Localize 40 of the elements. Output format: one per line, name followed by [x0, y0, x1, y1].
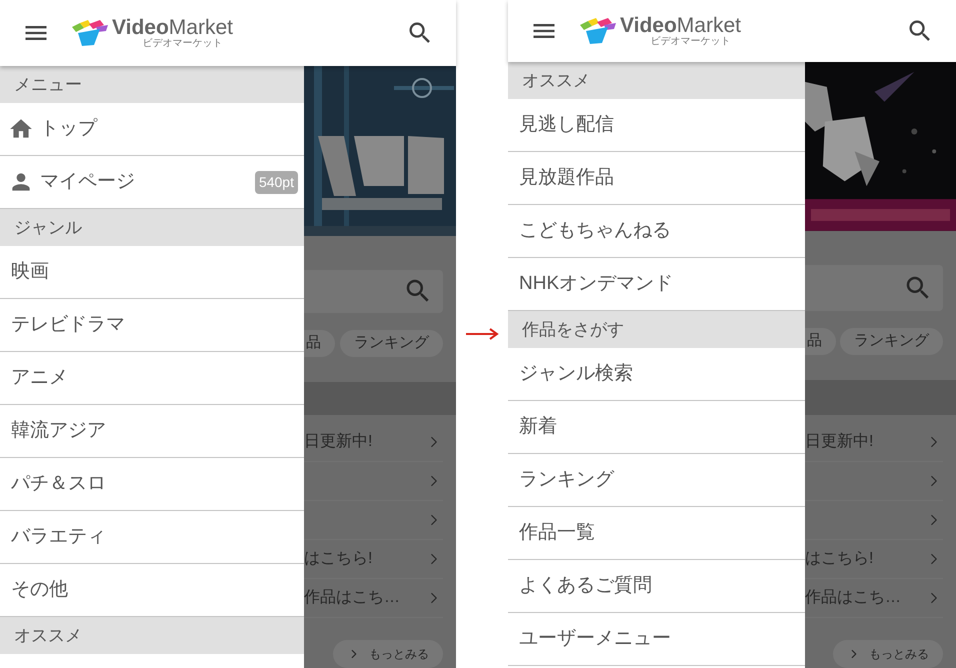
brand-name: VideoMarket [620, 15, 741, 36]
menu-link[interactable]: 新着 [516, 412, 557, 442]
arrow-icon [465, 328, 499, 340]
brand-subtitle: ビデオマーケット [141, 39, 222, 49]
menu-link[interactable]: NHKオンデマンド [516, 270, 674, 298]
menu-link[interactable]: その他 [8, 576, 68, 604]
section-header: 作品をさがす [508, 311, 805, 348]
section-header: オススメ [508, 62, 805, 99]
row-text: 日更新中! [304, 432, 372, 452]
menu-link[interactable]: 見逃し配信 [516, 110, 614, 140]
menu-link[interactable]: パチ＆スロ [8, 470, 106, 498]
menu-link[interactable]: トップ [40, 114, 97, 144]
menu-link[interactable]: テレビドラマ [8, 310, 125, 340]
logo-icon [578, 17, 618, 45]
menu-link[interactable]: アニメ [8, 364, 68, 392]
menu-link[interactable]: ユーザーメニュー [516, 624, 671, 654]
brand-subtitle: ビデオマーケット [649, 37, 730, 47]
search-field[interactable] [304, 270, 443, 313]
logo-icon [70, 19, 110, 47]
menu-link[interactable]: よくあるご質問 [516, 572, 652, 600]
menu-link[interactable]: バラエティ [8, 522, 106, 552]
search-field[interactable] [805, 264, 943, 311]
row-text: はこちら! [304, 549, 372, 569]
row-text: 日更新中! [805, 432, 874, 452]
menu-link[interactable]: ジャンル検索 [516, 360, 633, 388]
row-text: 作品はこち… [304, 588, 400, 608]
menu-link[interactable]: こどもちゃんねる [516, 216, 671, 246]
menu-link[interactable]: 作品一覧 [516, 518, 595, 548]
points-badge: 540pt [254, 170, 298, 194]
row-text: 作品はこち… [805, 588, 901, 608]
menu-link[interactable]: マイページ [40, 168, 135, 196]
menu-link[interactable]: 見放題作品 [516, 164, 614, 192]
menu-link[interactable]: 韓流アジア [8, 416, 106, 446]
section-header: オススメ [0, 617, 304, 654]
brand-name: VideoMarket [112, 17, 233, 38]
menu-link[interactable]: 映画 [8, 258, 49, 286]
section-header: ジャンル [0, 209, 304, 246]
menu-link[interactable]: ランキング [516, 466, 614, 494]
row-text: はこちら! [805, 549, 874, 569]
section-header: メニュー [0, 66, 304, 103]
